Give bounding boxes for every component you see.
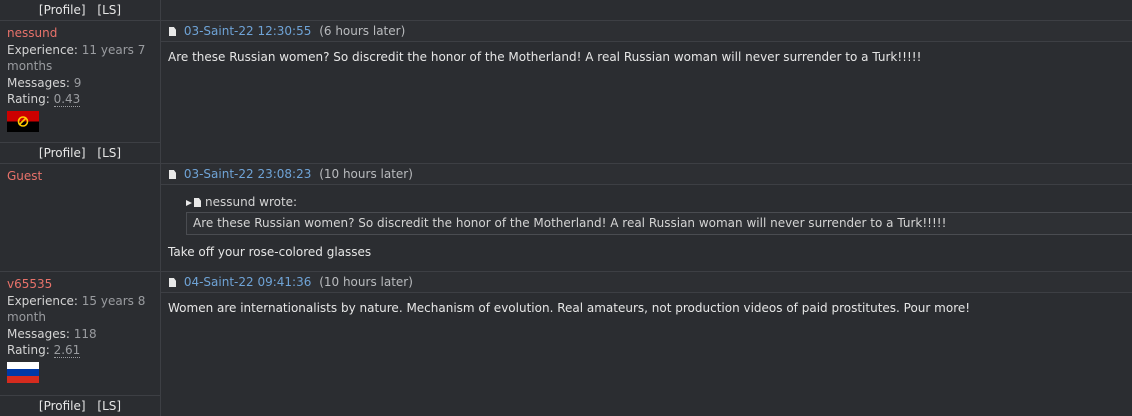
author-name[interactable]: nessund: [7, 25, 153, 42]
post-icon: [169, 27, 176, 36]
profile-link[interactable]: [Profile]: [39, 146, 86, 160]
ls-link[interactable]: [LS]: [97, 3, 121, 17]
post-column: 03-Saint-22 12:30:55 (6 hours later) Are…: [161, 21, 1132, 163]
experience-label: Experience:: [7, 42, 78, 57]
post-body: Are these Russian women? So discredit th…: [168, 50, 922, 64]
rating-line: Rating: 0.43: [7, 91, 153, 108]
profile-links: [Profile] [LS]: [0, 395, 160, 416]
rating-value[interactable]: 0.43: [53, 92, 81, 107]
author-column: Guest: [0, 164, 161, 271]
messages-label: Messages:: [7, 75, 70, 90]
post-column: 04-Saint-22 09:41:36 (10 hours later) Wo…: [161, 272, 1132, 416]
ls-link[interactable]: [LS]: [97, 399, 121, 413]
quote-author: nessund wrote:: [205, 195, 298, 209]
author-info: nessund Experience: 11 years 7 months Me…: [0, 21, 160, 142]
post-time-delta: (10 hours later): [319, 275, 413, 289]
russia-flag-icon: [7, 361, 39, 383]
post-icon: [169, 278, 176, 287]
quote-text: Are these Russian women? So discredit th…: [186, 212, 1132, 235]
post-body: nessund wrote: Are these Russian women? …: [161, 185, 1132, 260]
post-permalink[interactable]: 03-Saint-22 23:08:23: [184, 167, 312, 181]
author-info: Guest: [0, 164, 160, 271]
profile-link[interactable]: [Profile]: [39, 399, 86, 413]
experience-line: Experience: 11 years 7 months: [7, 42, 153, 75]
author-info: v65535 Experience: 15 years 8 month Mess…: [0, 272, 160, 395]
author-column: [Profile] [LS]: [0, 0, 161, 20]
post-column: 03-Saint-22 23:08:23 (10 hours later) ne…: [161, 164, 1132, 271]
post-permalink[interactable]: 04-Saint-22 09:41:36: [184, 275, 312, 289]
profile-links: [Profile] [LS]: [0, 0, 160, 20]
arrow-right-icon: [186, 200, 192, 206]
messages-value: 118: [73, 326, 97, 341]
experience-label: Experience:: [7, 293, 78, 308]
author-name: Guest: [7, 169, 43, 183]
post: Guest 03-Saint-22 23:08:23 (10 hours lat…: [0, 164, 1132, 272]
post-icon: [169, 170, 176, 179]
post: nessund Experience: 11 years 7 months Me…: [0, 21, 1132, 164]
messages-value: 9: [73, 75, 82, 90]
post-header: 03-Saint-22 12:30:55 (6 hours later): [161, 21, 1132, 42]
post-permalink[interactable]: 03-Saint-22 12:30:55: [184, 24, 312, 38]
profile-links: [Profile] [LS]: [0, 142, 160, 163]
post-body: Women are internationalists by nature. M…: [168, 301, 971, 315]
rating-label: Rating:: [7, 92, 50, 106]
post: v65535 Experience: 15 years 8 month Mess…: [0, 272, 1132, 416]
post-column: [161, 0, 1132, 20]
quote-header: nessund wrote:: [186, 195, 1132, 209]
rating-line: Rating: 2.61: [7, 342, 153, 359]
previous-post-footer: [Profile] [LS]: [0, 0, 1132, 21]
post-header: 03-Saint-22 23:08:23 (10 hours later): [161, 164, 1132, 185]
author-column: nessund Experience: 11 years 7 months Me…: [0, 21, 161, 163]
post-icon: [194, 198, 201, 207]
forum-thread: [Profile] [LS] nessund Experience: 11 ye…: [0, 0, 1132, 416]
experience-line: Experience: 15 years 8 month: [7, 293, 153, 326]
reply-text: Take off your rose-colored glasses: [168, 245, 372, 259]
quote: nessund wrote: Are these Russian women? …: [186, 195, 1132, 235]
messages-line: Messages: 9: [7, 75, 153, 92]
post-header: 04-Saint-22 09:41:36 (10 hours later): [161, 272, 1132, 293]
rating-value[interactable]: 2.61: [53, 343, 81, 358]
ls-link[interactable]: [LS]: [97, 146, 121, 160]
author-column: v65535 Experience: 15 years 8 month Mess…: [0, 272, 161, 416]
post-time-delta: (10 hours later): [319, 167, 413, 181]
author-name[interactable]: v65535: [7, 276, 153, 293]
messages-label: Messages:: [7, 326, 70, 341]
messages-line: Messages: 118: [7, 326, 153, 343]
angola-flag-icon: [7, 110, 39, 132]
post-time-delta: (6 hours later): [319, 24, 406, 38]
profile-link[interactable]: [Profile]: [39, 3, 86, 17]
rating-label: Rating:: [7, 343, 50, 357]
